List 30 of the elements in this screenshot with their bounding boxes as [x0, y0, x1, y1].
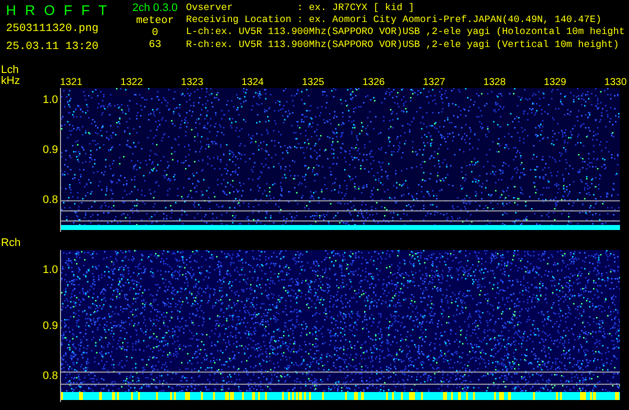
time-tick-label: 1329: [544, 77, 566, 88]
time-tick-label: 1327: [422, 77, 446, 88]
time-tick-label: 1328: [483, 77, 506, 88]
frequency-tick-label: 0.8: [42, 194, 58, 206]
frequency-tick-label: 1.0: [42, 94, 58, 106]
info-line: R-ch:ex. UV5R 113.900Mhz(SAPPORO VOR)USB ,2-ele yagi (Vertical 10m height): [186, 38, 620, 51]
time-tick-label: 1330: [604, 77, 627, 88]
meteor-count: 0: [152, 26, 158, 39]
channel-label: Lch: [1, 64, 20, 76]
app-title: H R O F F T: [6, 2, 107, 18]
info-line: L-ch:ex. UV5R 113.900Mhz(SAPPORO VOR)USB ,2-ele yagi (Holozontal 10m height: [186, 26, 626, 39]
time-tick-label: 1326: [362, 77, 385, 88]
unit-label: kHz: [1, 76, 21, 88]
file-name: 2503111320.png: [6, 23, 98, 36]
time-tick-label: 1323: [181, 77, 204, 88]
frequency-tick-label: 0.8: [42, 370, 58, 382]
time-tick-label: 1322: [120, 77, 143, 88]
version-label: 2ch 0.3.0: [132, 2, 178, 15]
time-tick-label: 1321: [60, 77, 82, 88]
frequency-tick-label: 0.9: [42, 144, 58, 156]
meteor-count: 63: [148, 38, 162, 51]
info-line: Ovserver : ex. JR7CYX [ kid ]: [186, 2, 416, 14]
frequency-tick-label: 0.9: [42, 320, 58, 332]
count-label: meteor: [136, 14, 174, 27]
date-time: 25.03.11 13:20: [6, 40, 98, 54]
time-tick-label: 1325: [302, 77, 324, 88]
time-tick-label: 1324: [242, 77, 264, 88]
channel-label: Rch: [1, 238, 22, 250]
info-line: Receiving Location : ex. Aomori City Aomori-Pref.JAPAN(40.49N, 140.47E): [186, 14, 602, 26]
frequency-tick-label: 1.0: [42, 264, 58, 276]
